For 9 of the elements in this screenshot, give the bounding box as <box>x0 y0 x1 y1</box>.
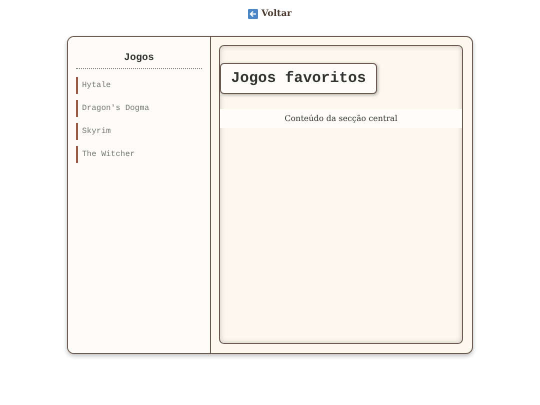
game-link[interactable]: The Witcher <box>76 146 202 163</box>
game-link[interactable]: Skyrim <box>76 123 202 140</box>
left-arrow-icon <box>248 8 258 18</box>
game-link[interactable]: Dragon's Dogma <box>76 100 202 117</box>
content-text: Conteúdo da secção central <box>220 109 462 128</box>
sidebar-title: Jogos <box>76 53 202 69</box>
back-link[interactable]: Voltar <box>248 8 292 19</box>
game-link[interactable]: Hytale <box>76 77 202 94</box>
page-heading: Jogos favoritos <box>220 63 378 94</box>
